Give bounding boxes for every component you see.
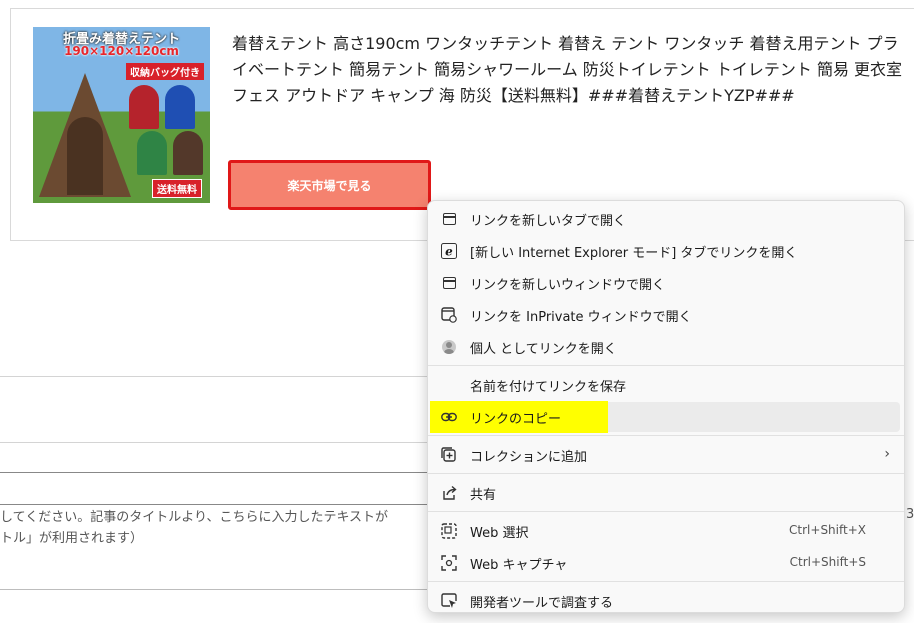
menu-item-add-to-collection[interactable]: コレクションに追加 ›: [428, 439, 904, 471]
menu-item-open-inprivate[interactable]: リンクを InPrivate ウィンドウで開く: [428, 299, 904, 331]
menu-separator: [428, 581, 904, 582]
menu-separator: [428, 435, 904, 436]
link-icon: [441, 409, 457, 425]
share-icon: [441, 485, 457, 501]
divider-line: [0, 442, 427, 443]
menu-separator: [428, 511, 904, 512]
product-title[interactable]: 着替えテント 高さ190cm ワンタッチテント 着替え テント ワンタッチ 着替…: [232, 31, 912, 109]
blue-tent-thumbnail: [165, 85, 195, 129]
counter-digit: 3: [906, 507, 914, 522]
divider-line: [0, 376, 427, 377]
product-image[interactable]: 折畳み着替えテント 190×120×120cm 収納バッグ付き 送料無料: [33, 27, 210, 203]
title-input[interactable]: [0, 472, 460, 505]
internet-explorer-icon: e: [441, 243, 457, 259]
new-tab-icon: [441, 211, 457, 227]
menu-item-copy-link[interactable]: リンクのコピー: [428, 401, 904, 433]
menu-item-share[interactable]: 共有: [428, 477, 904, 509]
menu-item-save-link-as[interactable]: 名前を付けてリンクを保存: [428, 369, 904, 401]
menu-item-open-ie-mode[interactable]: e [新しい Internet Explorer モード] タブでリンクを開く: [428, 235, 904, 267]
svg-text:e: e: [445, 245, 453, 259]
menu-separator: [428, 365, 904, 366]
page: してください。記事のタイトルより、こちらに入力したテキストが トル」が利用されま…: [0, 0, 914, 623]
divider-line: [0, 589, 427, 590]
add-collection-icon: [441, 447, 457, 463]
new-window-icon: [441, 275, 457, 291]
web-capture-icon: [441, 555, 457, 571]
green-tent-thumbnail: [137, 131, 167, 175]
red-tent-thumbnail: [129, 85, 159, 129]
inprivate-window-icon: [441, 307, 457, 323]
chevron-right-icon: ›: [884, 446, 890, 462]
tent-door: [67, 117, 103, 195]
menu-item-open-new-tab[interactable]: リンクを新しいタブで開く: [428, 203, 904, 235]
rakuten-link-button[interactable]: 楽天市場で見る: [228, 160, 431, 210]
help-text: してください。記事のタイトルより、こちらに入力したテキストが トル」が利用されま…: [0, 510, 389, 546]
brown-tent-thumbnail: [173, 131, 203, 175]
bag-badge: 収納バッグ付き: [126, 63, 204, 80]
image-size-text: 190×120×120cm: [64, 44, 179, 58]
menu-separator: [428, 473, 904, 474]
menu-item-open-as-profile[interactable]: 個人 としてリンクを開く: [428, 331, 904, 363]
profile-avatar-icon: [441, 339, 457, 355]
context-menu: リンクを新しいタブで開く e [新しい Internet Explorer モー…: [427, 200, 905, 613]
menu-item-web-capture[interactable]: Web キャプチャ Ctrl+Shift+S: [428, 547, 904, 579]
web-select-icon: [441, 523, 457, 539]
menu-item-web-select[interactable]: Web 選択 Ctrl+Shift+X: [428, 515, 904, 547]
menu-item-open-new-window[interactable]: リンクを新しいウィンドウで開く: [428, 267, 904, 299]
menu-item-inspect[interactable]: 開発者ツールで調査する: [428, 585, 904, 617]
free-shipping-badge: 送料無料: [152, 179, 202, 198]
inspect-icon: [441, 593, 457, 609]
